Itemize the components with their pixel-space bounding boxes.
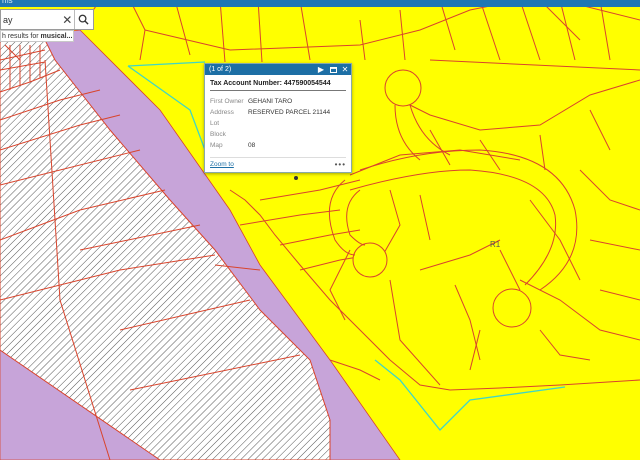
search-suggestion[interactable]: h results for musical... [0, 30, 74, 42]
search-icon [78, 14, 89, 25]
map-view[interactable]: R1 ms ✕ h results for musical... (1 of 2… [0, 0, 640, 460]
attribute-row: Address RESERVED PARCEL 21144 [210, 107, 346, 118]
parcel-popup: (1 of 2) ▶ ✕ Tax Account Number: 4475900… [204, 63, 352, 173]
app-title-fragment: ms [2, 0, 13, 5]
zone-label: R1 [490, 240, 501, 249]
zoom-to-link[interactable]: Zoom to [210, 161, 234, 168]
attribute-row: Map 08 [210, 140, 346, 151]
popup-header: (1 of 2) ▶ ✕ [205, 64, 351, 75]
app-top-bar: ms [0, 0, 640, 7]
more-icon[interactable]: ••• [335, 160, 346, 169]
maximize-glyph [329, 66, 337, 73]
popup-footer: Zoom to ••• [210, 157, 346, 169]
suggestion-prefix: h results for [2, 33, 41, 40]
attribute-field: Block [210, 131, 226, 138]
attribute-value: GEHANI TARO [248, 98, 293, 105]
popup-title: Tax Account Number: 447590054544 [210, 80, 346, 91]
popup-attributes: First Owner GEHANI TARO Address RESERVED P… [210, 96, 346, 151]
attribute-row: Lot [210, 118, 346, 129]
search-input[interactable] [1, 10, 61, 29]
search-box: ✕ [0, 9, 94, 30]
attribute-field: First Owner [210, 98, 244, 105]
attribute-row: First Owner GEHANI TARO [210, 96, 346, 107]
close-icon[interactable]: ✕ [61, 10, 74, 29]
attribute-field: Address [210, 109, 234, 116]
close-icon[interactable]: ✕ [339, 64, 351, 75]
attribute-field: Map [210, 142, 223, 149]
popup-feature-count: (1 of 2) [209, 66, 232, 73]
attribute-value: 08 [248, 142, 256, 149]
attribute-value: RESERVED PARCEL 21144 [248, 109, 331, 116]
maximize-icon[interactable] [327, 64, 339, 75]
attribute-field: Lot [210, 120, 220, 127]
search-button[interactable] [73, 10, 93, 29]
popup-anchor-point [294, 176, 298, 180]
next-arrow-icon[interactable]: ▶ [315, 64, 327, 75]
suggestion-term: musical... [40, 33, 73, 40]
attribute-row: Block [210, 129, 346, 140]
